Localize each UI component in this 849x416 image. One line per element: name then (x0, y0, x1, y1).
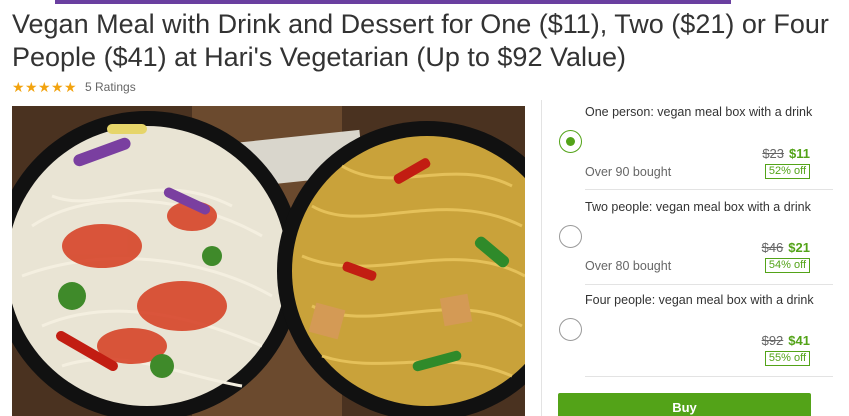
option-divider (585, 376, 833, 377)
original-price: $23 (762, 146, 785, 161)
radio-button[interactable] (559, 225, 582, 248)
rating-row[interactable]: ★ ★ ★ ★ ★ 5 Ratings (12, 79, 136, 95)
bought-count: Over 80 bought (585, 259, 672, 273)
star-icon: ★ (38, 78, 51, 95)
star-icon: ★ (64, 78, 77, 95)
option-four-people[interactable]: Four people: vegan meal box with a drink… (542, 293, 832, 383)
deal-price: $21 (788, 240, 810, 255)
original-price: $46 (761, 240, 784, 255)
option-title: Two people: vegan meal box with a drink (585, 200, 811, 214)
option-two-people[interactable]: Two people: vegan meal box with a drink … (542, 200, 832, 284)
radio-button[interactable] (559, 130, 582, 153)
deal-photo[interactable] (12, 106, 525, 416)
option-divider (585, 189, 833, 190)
option-divider (585, 284, 833, 285)
deal-price: $41 (788, 333, 810, 348)
deal-title: Vegan Meal with Drink and Dessert for On… (12, 9, 829, 72)
bought-count: Over 90 bought (585, 165, 672, 179)
deal-price: $11 (789, 146, 810, 161)
option-one-person[interactable]: One person: vegan meal box with a drink … (542, 100, 832, 190)
top-accent-bar (55, 0, 731, 4)
radio-button[interactable] (559, 318, 582, 341)
discount-badge: 54% off (764, 258, 810, 273)
star-icon: ★ (51, 78, 64, 95)
price-block: $92 $41 (762, 333, 810, 348)
star-rating: ★ ★ ★ ★ ★ (12, 78, 77, 95)
option-list: One person: vegan meal box with a drink … (541, 100, 849, 416)
buy-button[interactable]: Buy (558, 393, 811, 416)
star-icon: ★ (25, 78, 38, 95)
original-price: $92 (761, 333, 784, 348)
ratings-count-link[interactable]: 5 Ratings (85, 80, 136, 94)
discount-badge: 55% off (764, 351, 810, 366)
price-block: $46 $21 (762, 240, 810, 255)
option-title: Four people: vegan meal box with a drink (585, 293, 814, 307)
star-icon: ★ (12, 78, 25, 95)
discount-badge: 52% off (764, 164, 810, 179)
price-block: $23 $11 (762, 146, 810, 161)
option-title: One person: vegan meal box with a drink (585, 105, 813, 119)
